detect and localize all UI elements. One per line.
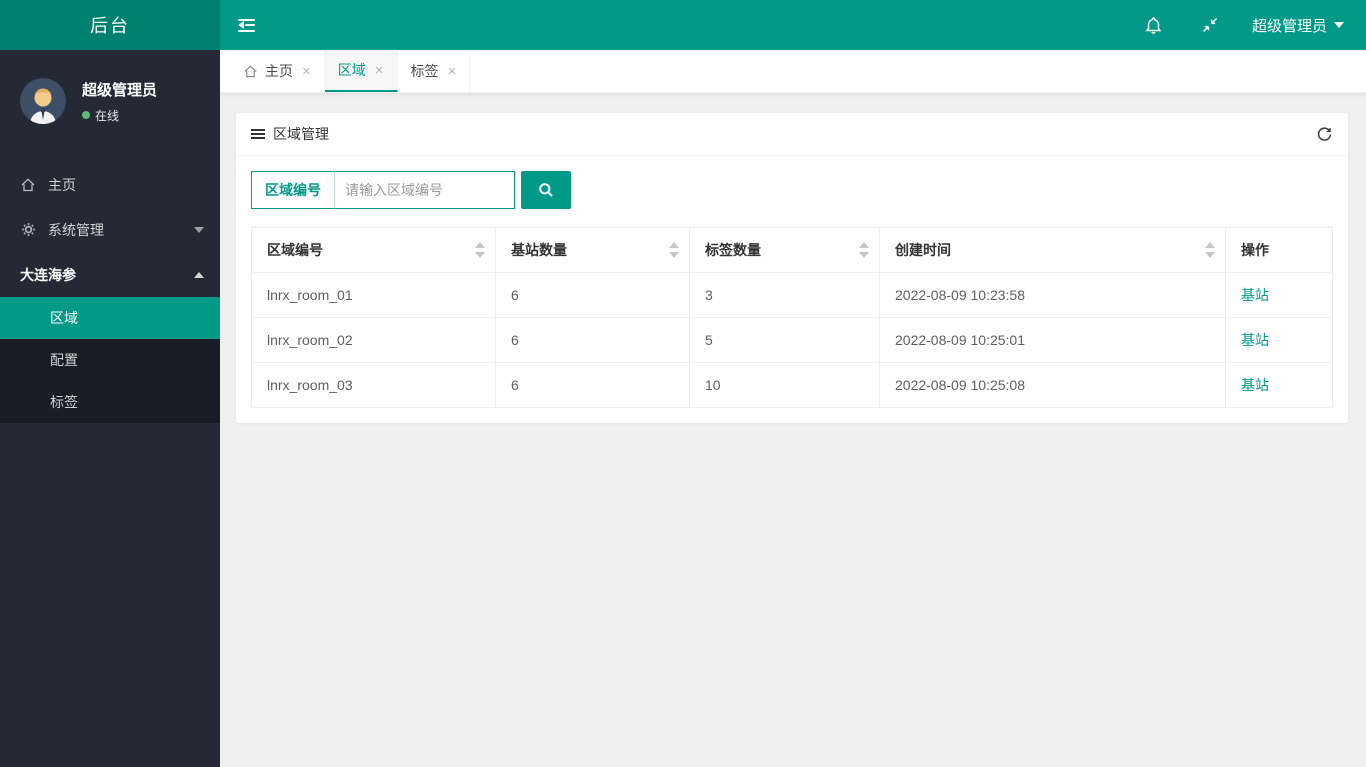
sidebar-item-label: 系统管理 xyxy=(48,221,104,238)
tab-tag[interactable]: 标签 × xyxy=(398,50,471,92)
header-main: 超级管理员 xyxy=(220,0,1366,50)
table-row: lnrx_room_03 6 10 2022-08-09 10:25:08 基站 xyxy=(251,362,1333,408)
search-bar: 区域编号 xyxy=(251,171,1333,209)
sidebar-nav: 主页 系统管理 大连海参 区域 配置 标签 xyxy=(0,162,220,423)
tab-bar: 主页 × 区域 × 标签 × xyxy=(220,50,1366,93)
column-header-area-id: 区域编号 xyxy=(251,227,496,273)
cell-stations: 6 xyxy=(495,362,690,408)
online-status-icon xyxy=(82,111,90,119)
cell-created: 2022-08-09 10:23:58 xyxy=(879,272,1226,318)
base-station-link[interactable]: 基站 xyxy=(1241,332,1269,348)
user-menu[interactable]: 超级管理员 xyxy=(1238,0,1366,50)
sort-icon[interactable] xyxy=(1205,241,1215,259)
search-input[interactable] xyxy=(334,171,515,209)
collapse-sidebar-icon xyxy=(238,18,255,32)
page-content: 区域管理 区域编号 请输入区域编号 区域编号 基站数量 标签数量 创建时间 操作… xyxy=(220,93,1366,423)
sidebar-item-home[interactable]: 主页 xyxy=(0,162,220,207)
header-right: 超级管理员 xyxy=(1125,0,1366,50)
search-button[interactable] xyxy=(521,171,571,209)
profile-status: 在线 xyxy=(82,107,157,124)
area-table: 区域编号 基站数量 标签数量 创建时间 操作 lnrx_room_01 6 3 … xyxy=(251,227,1333,408)
header-username: 超级管理员 xyxy=(1251,17,1327,35)
tab-label: 主页 xyxy=(265,63,293,79)
column-header-tags: 标签数量 xyxy=(689,227,880,273)
cell-created: 2022-08-09 10:25:08 xyxy=(879,362,1226,408)
home-icon xyxy=(243,64,258,79)
table-row: lnrx_room_02 6 5 2022-08-09 10:25:01 基站 xyxy=(251,317,1333,363)
table-row: lnrx_room_01 6 3 2022-08-09 10:23:58 基站 xyxy=(251,272,1333,318)
refresh-button[interactable] xyxy=(1316,126,1333,143)
search-field-label: 区域编号 xyxy=(251,171,335,209)
sidebar-item-label: 主页 xyxy=(48,176,76,193)
sort-icon[interactable] xyxy=(669,241,679,259)
sidebar-item-tag[interactable]: 标签 xyxy=(0,381,220,423)
column-header-stations: 基站数量 xyxy=(495,227,690,273)
column-header-created: 创建时间 xyxy=(879,227,1226,273)
chevron-down-icon xyxy=(194,226,204,233)
gear-icon xyxy=(20,222,36,237)
close-icon[interactable]: × xyxy=(448,64,457,79)
sidebar-item-config[interactable]: 配置 xyxy=(0,339,220,381)
cell-tags: 5 xyxy=(689,317,880,363)
base-station-link[interactable]: 基站 xyxy=(1241,287,1269,303)
sidebar-submenu: 区域 配置 标签 xyxy=(0,297,220,423)
online-status-label: 在线 xyxy=(95,108,120,123)
exit-fullscreen-button[interactable] xyxy=(1182,0,1238,50)
cell-actions: 基站 xyxy=(1225,362,1333,408)
sidebar-item-label: 区域 xyxy=(50,310,78,326)
sort-icon[interactable] xyxy=(859,241,869,259)
cell-actions: 基站 xyxy=(1225,272,1333,318)
hamburger-icon xyxy=(251,129,265,139)
top-header: 后台 超级管理员 xyxy=(0,0,1366,50)
column-header-actions: 操作 xyxy=(1225,227,1333,273)
sidebar-item-area[interactable]: 区域 xyxy=(0,297,220,339)
panel-header: 区域管理 xyxy=(236,113,1348,156)
sidebar-item-system[interactable]: 系统管理 xyxy=(0,207,220,252)
sidebar: 超级管理员 在线 主页 系统管理 大连海参 区域 配置 标签 xyxy=(0,50,220,767)
sidebar-toggle-button[interactable] xyxy=(220,0,273,50)
base-station-link[interactable]: 基站 xyxy=(1241,377,1269,393)
home-icon xyxy=(20,177,36,193)
close-icon[interactable]: × xyxy=(302,64,311,79)
tab-area[interactable]: 区域 × xyxy=(324,50,398,92)
profile-info: 超级管理员 在线 xyxy=(82,79,157,124)
tab-label: 标签 xyxy=(410,63,439,79)
app-logo: 后台 xyxy=(0,0,220,50)
cell-stations: 6 xyxy=(495,317,690,363)
chevron-down-icon xyxy=(1334,22,1344,28)
sidebar-item-dalian[interactable]: 大连海参 xyxy=(0,252,220,297)
close-icon[interactable]: × xyxy=(375,63,384,78)
profile-name: 超级管理员 xyxy=(82,81,158,99)
cell-actions: 基站 xyxy=(1225,317,1333,363)
search-icon xyxy=(539,183,553,197)
tab-label: 区域 xyxy=(337,62,366,78)
cell-stations: 6 xyxy=(495,272,690,318)
table-header-row: 区域编号 基站数量 标签数量 创建时间 操作 xyxy=(251,227,1333,273)
cell-tags: 3 xyxy=(689,272,880,318)
main-area: 主页 × 区域 × 标签 × 区域管理 区域编号 请输入区域编号 区域编号 基站… xyxy=(220,0,1366,423)
avatar[interactable] xyxy=(20,78,66,124)
notifications-button[interactable] xyxy=(1125,0,1182,50)
panel-body: 区域编号 区域编号 xyxy=(236,156,1348,423)
sidebar-item-label: 配置 xyxy=(50,352,78,368)
refresh-icon xyxy=(1317,126,1332,141)
cell-area-id: lnrx_room_02 xyxy=(251,317,496,363)
cell-area-id: lnrx_room_03 xyxy=(251,362,496,408)
bell-icon xyxy=(1145,16,1162,34)
chevron-up-icon xyxy=(194,271,204,278)
panel-title: 区域管理 xyxy=(273,126,329,142)
cell-area-id: lnrx_room_01 xyxy=(251,272,496,318)
exit-fullscreen-icon xyxy=(1202,17,1218,33)
sort-icon[interactable] xyxy=(475,241,485,259)
area-management-panel: 区域管理 区域编号 请输入区域编号 区域编号 基站数量 标签数量 创建时间 操作… xyxy=(236,113,1348,423)
sidebar-item-label: 标签 xyxy=(50,394,78,410)
user-profile: 超级管理员 在线 xyxy=(0,50,220,148)
sidebar-item-label: 大连海参 xyxy=(20,266,76,283)
cell-created: 2022-08-09 10:25:01 xyxy=(879,317,1226,363)
cell-tags: 10 xyxy=(689,362,880,408)
tab-home[interactable]: 主页 × xyxy=(230,50,325,92)
